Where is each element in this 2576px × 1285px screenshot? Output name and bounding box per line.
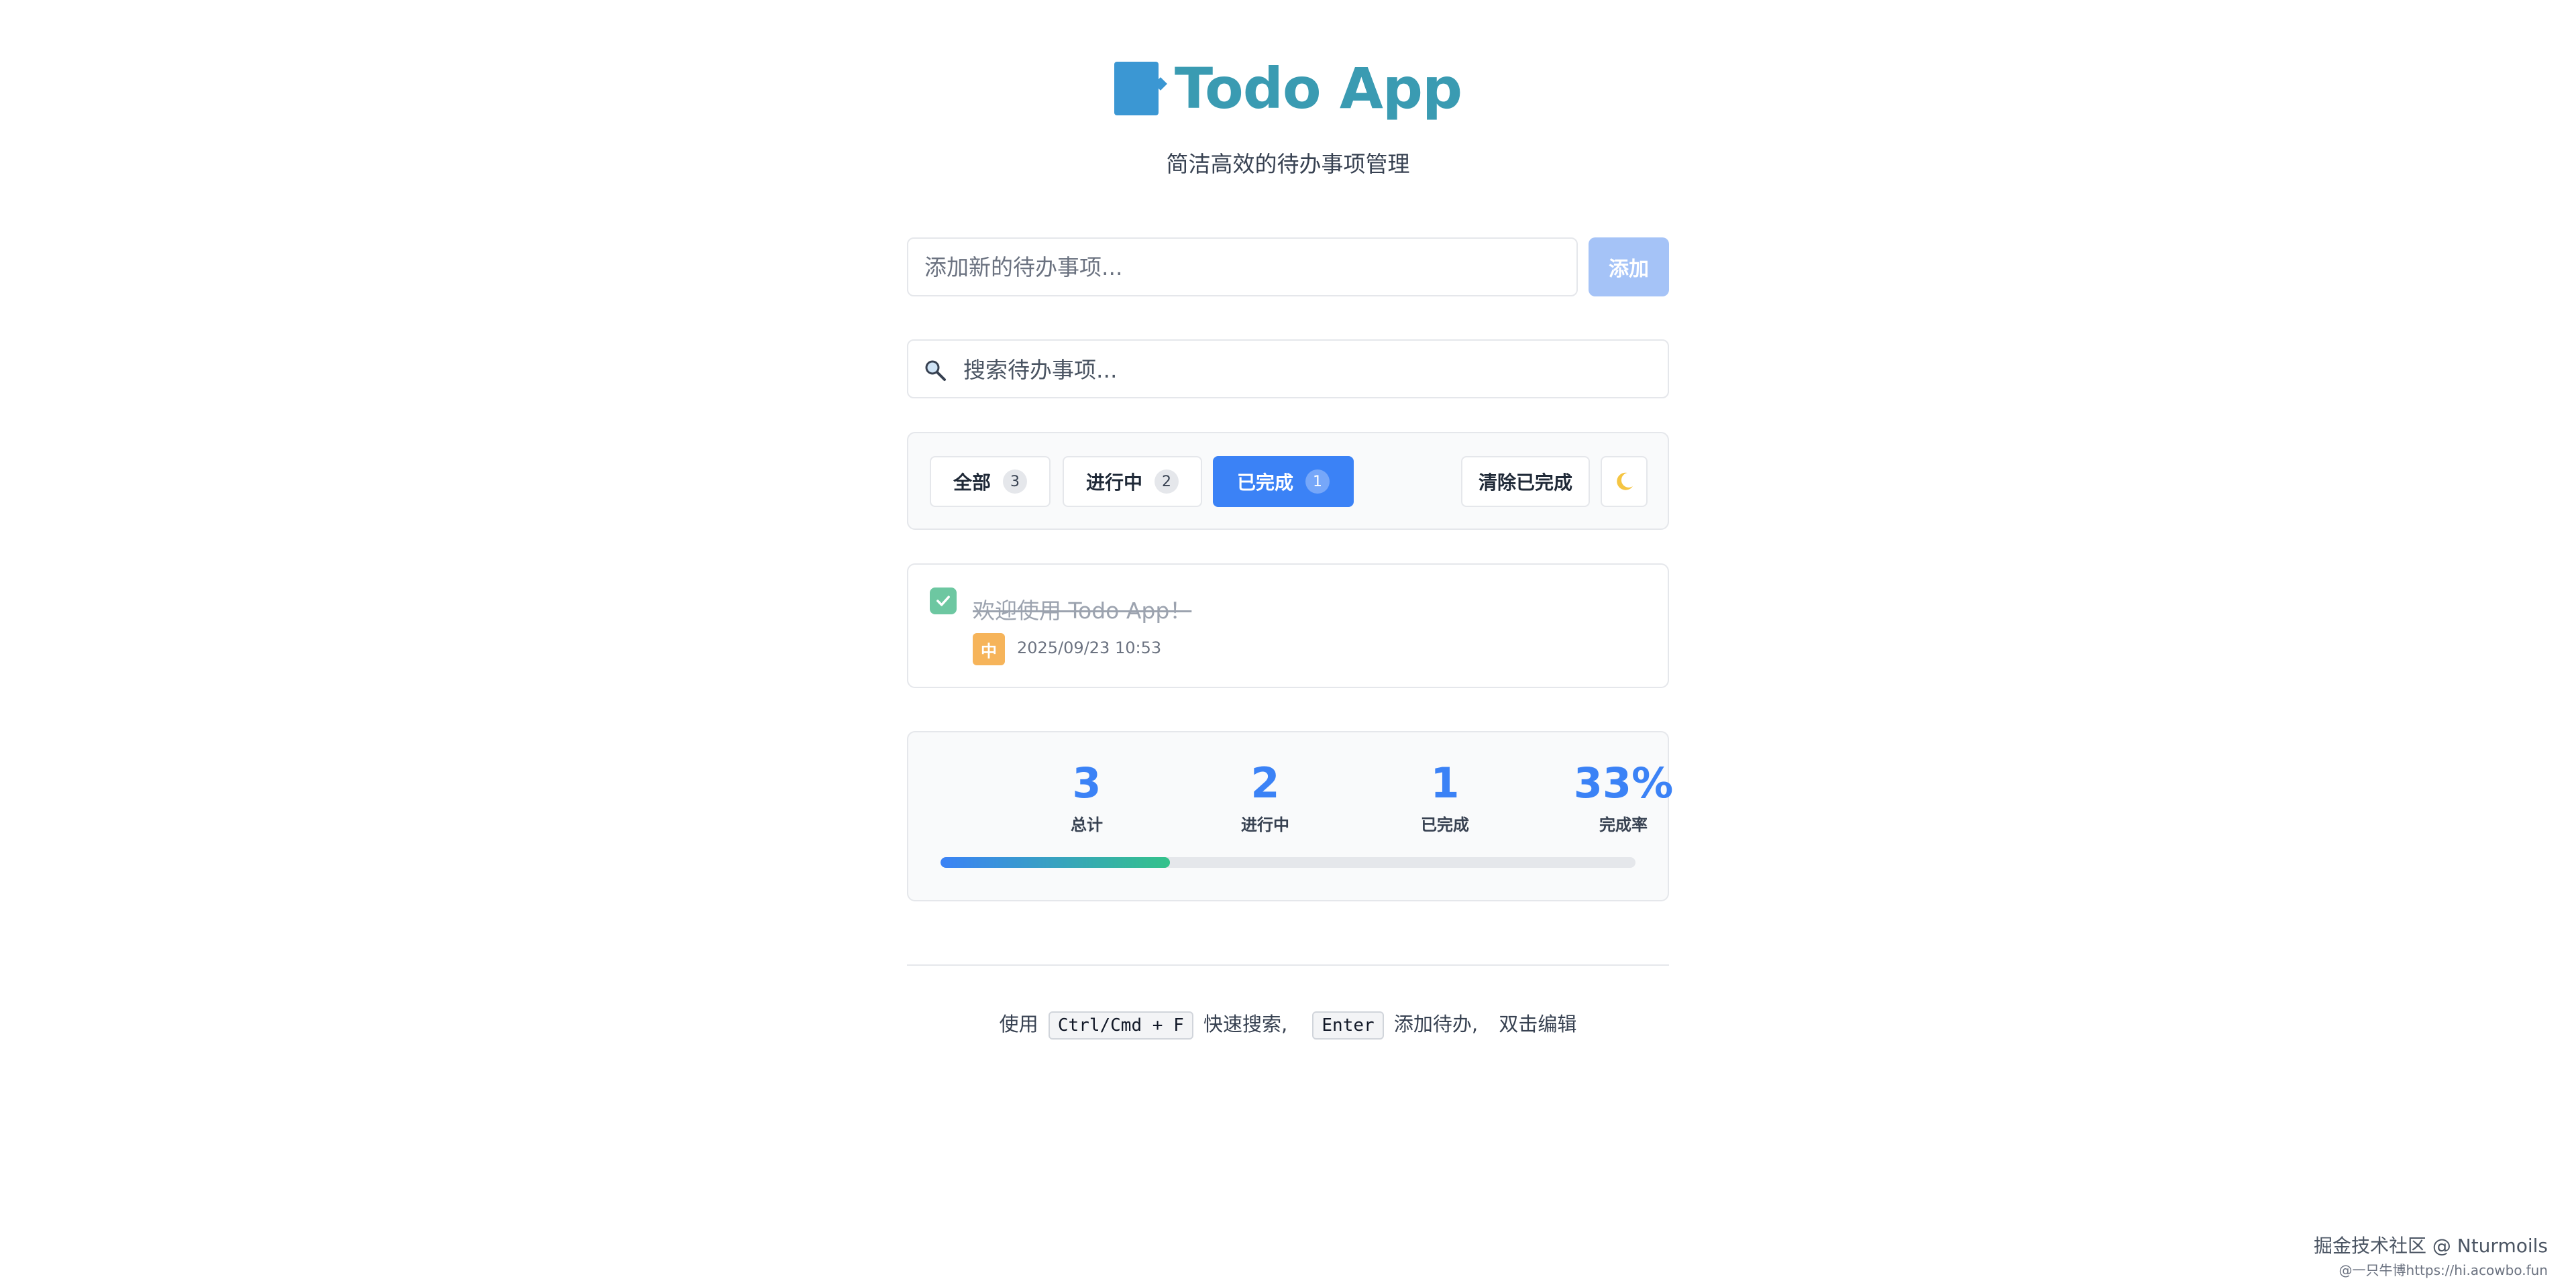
shortcut-hint: 使用 Ctrl/Cmd + F 快速搜索, Enter 添加待办, 双击编辑 — [0, 1009, 2576, 1040]
watermark-url: @一只牛博https://hi.acowbo.fun — [2339, 1262, 2548, 1278]
filter-completed-button[interactable]: 已完成 1 — [1213, 456, 1354, 507]
stat-completed: 1 已完成 — [1378, 759, 1512, 835]
clear-completed-button[interactable]: 清除已完成 — [1461, 456, 1590, 507]
check-icon — [936, 596, 950, 606]
hint-prefix: 使用 — [999, 1013, 1038, 1036]
stat-active-value: 2 — [1250, 759, 1280, 807]
todo-checkbox[interactable] — [930, 588, 957, 614]
moon-icon — [1617, 472, 1633, 490]
new-todo-input[interactable] — [907, 237, 1578, 296]
stat-active: 2 进行中 — [1198, 759, 1332, 835]
filter-completed-count: 1 — [1305, 469, 1330, 494]
watermark: 掘金技术社区 @ Nturmoils @一只牛博https://hi.acowb… — [2314, 1231, 2548, 1279]
filter-all-button[interactable]: 全部 3 — [930, 456, 1051, 507]
app-header: Todo App 简洁高效的待办事项管理 — [0, 55, 2576, 178]
stat-completed-label: 已完成 — [1421, 816, 1469, 835]
stat-total: 3 总计 — [1020, 759, 1154, 835]
filter-all-count: 3 — [1003, 469, 1027, 494]
stat-active-label: 进行中 — [1241, 816, 1289, 835]
search-box — [907, 339, 1669, 398]
stat-total-label: 总计 — [1071, 816, 1103, 835]
filter-active-count: 2 — [1155, 469, 1179, 494]
theme-toggle-button[interactable] — [1601, 456, 1648, 507]
progress-fill — [941, 857, 1170, 868]
footer-divider — [907, 964, 1669, 966]
hint-add-text: 添加待办, — [1393, 1013, 1479, 1036]
filter-completed-label: 已完成 — [1236, 471, 1293, 494]
kbd-enter: Enter — [1312, 1011, 1384, 1040]
search-input[interactable] — [962, 341, 1656, 398]
hint-edit-text: 双击编辑 — [1499, 1013, 1577, 1036]
app-title: Todo App — [1174, 56, 1462, 121]
hint-search-text: 快速搜索, — [1203, 1013, 1288, 1036]
stat-completed-value: 1 — [1430, 759, 1460, 807]
filter-bar: 全部 3 进行中 2 已完成 1 清除已完成 — [907, 432, 1669, 530]
search-icon — [925, 360, 946, 381]
stat-completion-rate: 33% 完成率 — [1556, 759, 1690, 835]
book-icon — [1114, 62, 1159, 115]
todo-list: 欢迎使用 Todo App！ 中 2025/09/23 10:53 — [907, 563, 1669, 688]
stats-panel: 3 总计 2 进行中 1 已完成 33% 完成率 — [907, 731, 1673, 901]
stat-rate-value: 33% — [1573, 759, 1674, 807]
watermark-community: 掘金技术社区 @ Nturmoils — [2313, 1235, 2548, 1257]
search-row — [907, 339, 1669, 400]
todo-text[interactable]: 欢迎使用 Todo App！ — [973, 593, 1191, 625]
add-todo-row: 添加 — [907, 237, 1669, 298]
todo-timestamp: 2025/09/23 10:53 — [1017, 638, 1162, 657]
kbd-search-shortcut: Ctrl/Cmd + F — [1048, 1011, 1193, 1040]
add-button[interactable]: 添加 — [1589, 237, 1669, 296]
stat-total-value: 3 — [1072, 759, 1102, 807]
filter-active-button[interactable]: 进行中 2 — [1063, 456, 1202, 507]
stat-rate-label: 完成率 — [1599, 816, 1648, 835]
filter-active-label: 进行中 — [1085, 471, 1142, 494]
progress-bar — [941, 857, 1635, 868]
todo-app-page: Todo App 简洁高效的待办事项管理 添加 全部 3 进行中 2 已完成 1 — [0, 0, 2576, 1285]
app-subtitle: 简洁高效的待办事项管理 — [1166, 151, 1410, 177]
title-row: Todo App — [1114, 55, 1462, 122]
priority-badge: 中 — [973, 633, 1005, 665]
filter-all-label: 全部 — [953, 471, 991, 494]
